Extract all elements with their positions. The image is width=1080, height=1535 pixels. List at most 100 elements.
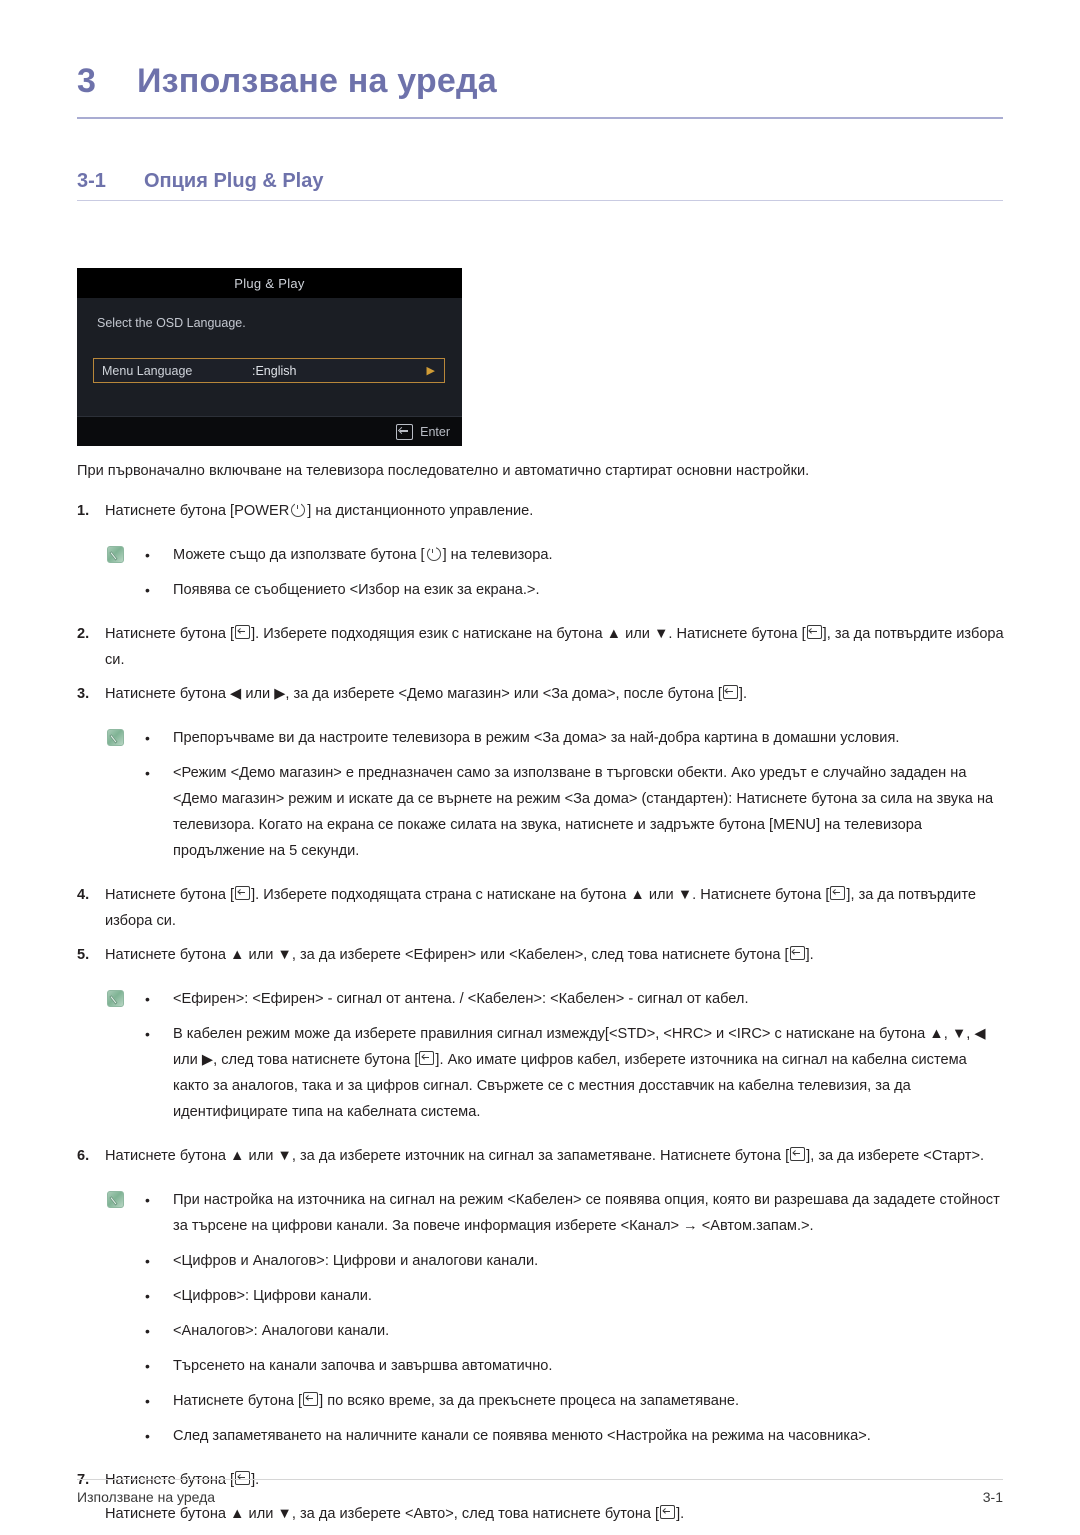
- step-1-marker: 1.: [77, 503, 90, 519]
- chapter-title: Използване на уреда: [137, 62, 497, 100]
- step-5-text-a: Натиснете бутона ▲ или ▼, за да изберете…: [105, 947, 789, 963]
- step-6-text-b: ], за да изберете <Старт>.: [806, 1148, 985, 1164]
- intro-paragraph: При първоначално включване на телевизора…: [77, 463, 810, 479]
- note-icon: [107, 1191, 124, 1208]
- bullet-marker: •: [145, 730, 150, 746]
- list-item: • <Цифров и Аналогов>: Цифрови и аналого…: [77, 1248, 1012, 1274]
- note-4-bullet-6-a: Натиснете бутона [: [173, 1393, 303, 1409]
- step-5-text: Натиснете бутона ▲ или ▼, за да изберете…: [105, 942, 1012, 968]
- step-1-text-a: Натиснете бутона [POWER: [105, 503, 290, 519]
- note-4-bullet-7: След запаметяването на наличните канали …: [173, 1428, 871, 1444]
- step-4-text-a: Натиснете бутона [: [105, 887, 235, 903]
- step-6: 6. Натиснете бутона ▲ или ▼, за да избер…: [77, 1143, 1012, 1169]
- note-block-3: • <Ефирен>: <Ефирен> - сигнал от антена.…: [77, 986, 1012, 1125]
- note-2-bullet-1: Препоръчваме ви да настроите телевизора …: [173, 730, 900, 746]
- enter-key-icon: [806, 625, 822, 639]
- note-4-bullet-1: При настройка на източника на сигнал на …: [173, 1192, 1000, 1234]
- bullet-marker: •: [145, 765, 150, 781]
- note-2-bullet-2: <Режим <Демо магазин> е предназначен сам…: [173, 765, 994, 859]
- step-3-text-b: ].: [738, 686, 747, 702]
- note-1-bullet-1-b: ] на телевизора.: [442, 547, 553, 563]
- list-item: • <Цифров>: Цифрови канали.: [77, 1283, 1012, 1309]
- step-3-marker: 3.: [77, 686, 90, 702]
- list-item: • Появява се съобщението <Избор на език …: [77, 577, 1012, 603]
- enter-key-icon: [235, 1471, 251, 1485]
- enter-key-icon: [396, 423, 414, 440]
- step-1-text-b: ] на дистанционното управление.: [307, 503, 534, 519]
- step-4: 4. Натиснете бутона []. Изберете подходя…: [77, 882, 1012, 934]
- document-page: 3 Използване на уреда 3-1 Опция Plug & P…: [0, 0, 1080, 1527]
- bullet-marker: •: [145, 1358, 150, 1374]
- list-item: • Препоръчваме ви да настроите телевизор…: [77, 725, 1012, 751]
- osd-screenshot-figure: Plug & Play Select the OSD Language. Men…: [77, 268, 462, 446]
- enter-key-icon: [722, 685, 738, 699]
- chevron-right-icon: ▶: [426, 365, 435, 377]
- enter-key-icon: [830, 886, 846, 900]
- enter-key-icon: [303, 1392, 319, 1406]
- step-3-text-a: Натиснете бутона ◀ или ▶, за да изберете…: [105, 686, 722, 702]
- step-6-text-a: Натиснете бутона ▲ или ▼, за да изберете…: [105, 1148, 790, 1164]
- note-3-bullet-1: <Ефирен>: <Ефирен> - сигнал от антена. /…: [173, 991, 749, 1007]
- section-heading: 3-1 Опция Plug & Play: [77, 170, 1003, 193]
- list-item: • <Ефирен>: <Ефирен> - сигнал от антена.…: [77, 986, 1012, 1012]
- bullet-marker: •: [145, 547, 150, 563]
- note-icon: [107, 990, 124, 1007]
- enter-key-icon: [419, 1051, 435, 1065]
- note-icon: [107, 729, 124, 746]
- note-icon: [107, 546, 124, 563]
- footer-divider: [77, 1479, 1003, 1480]
- note-1-bullet-2: Появява се съобщението <Избор на език за…: [173, 582, 540, 598]
- step-1-text: Натиснете бутона [POWER ] на дистанционно…: [105, 498, 1012, 524]
- step-5: 5. Натиснете бутона ▲ или ▼, за да избер…: [77, 942, 1012, 968]
- note-1-bullet-1-a: Можете също да използвате бутона [: [173, 547, 425, 563]
- osd-footer-label: Enter: [420, 424, 450, 439]
- enter-key-icon: [235, 886, 251, 900]
- power-icon: [426, 545, 441, 561]
- osd-footer: Enter: [77, 416, 462, 446]
- osd-menu-language-row: Menu Language :English ▶: [93, 358, 445, 383]
- step-3: 3. Натиснете бутона ◀ или ▶, за да избер…: [77, 681, 1012, 707]
- note-4-bullet-3: <Цифров>: Цифрови канали.: [173, 1288, 372, 1304]
- step-3-text: Натиснете бутона ◀ или ▶, за да изберете…: [105, 681, 1012, 707]
- section-title: Опция Plug & Play: [144, 170, 324, 192]
- step-4-marker: 4.: [77, 887, 90, 903]
- note-4-bullet-5: Търсенето на канали започва и завършва а…: [173, 1358, 553, 1374]
- footer-page-number: 3-1: [982, 1489, 1003, 1505]
- osd-row-value: :English: [252, 363, 297, 378]
- step-7-subtext-a: Натиснете бутона ▲ или ▼, за да изберете…: [105, 1506, 660, 1522]
- enter-key-icon: [235, 625, 251, 639]
- note-block-2: • Препоръчваме ви да настроите телевизор…: [77, 725, 1012, 864]
- step-7-subtext-b: ].: [676, 1506, 685, 1522]
- bullet-marker: •: [145, 1026, 150, 1042]
- step-4-text: Натиснете бутона []. Изберете подходящат…: [105, 882, 1012, 934]
- osd-title: Plug & Play: [77, 268, 462, 298]
- bullet-marker: •: [145, 1428, 150, 1444]
- bullet-marker: •: [145, 582, 150, 598]
- bullet-marker: •: [145, 991, 150, 1007]
- bullet-marker: •: [145, 1393, 150, 1409]
- bullet-marker: •: [145, 1288, 150, 1304]
- chapter-number: 3: [77, 62, 97, 100]
- list-item: • След запаметяването на наличните канал…: [77, 1423, 1012, 1449]
- page-footer: Използване на уреда 3-1: [77, 1489, 1003, 1505]
- list-item: • В кабелен режим може да изберете прави…: [77, 1021, 1012, 1125]
- note-4-bullet-4: <Аналогов>: Аналогови канали.: [173, 1323, 390, 1339]
- step-1: 1. Натиснете бутона [POWER ] на дистанцио…: [77, 498, 1012, 524]
- section-divider: [77, 200, 1003, 201]
- note-3-bullet-2: В кабелен режим може да изберете правилн…: [173, 1021, 1012, 1125]
- note-4-bullet-6: Натиснете бутона [] по всяко време, за д…: [173, 1388, 1012, 1414]
- enter-key-icon: [789, 946, 805, 960]
- list-item: • Натиснете бутона [] по всяко време, за…: [77, 1388, 1012, 1414]
- bullet-marker: •: [145, 1192, 150, 1208]
- step-7-text-b: ].: [251, 1472, 260, 1488]
- step-6-text: Натиснете бутона ▲ или ▼, за да изберете…: [105, 1143, 1012, 1169]
- note-block-1: • Можете също да използвате бутона [ ] на…: [77, 542, 1012, 603]
- section-number: 3-1: [77, 170, 106, 192]
- bullet-marker: •: [145, 1253, 150, 1269]
- step-2-text: Натиснете бутона []. Изберете подходящия…: [105, 621, 1012, 673]
- body-content: При първоначално включване на телевизора…: [77, 458, 1012, 1535]
- step-5-marker: 5.: [77, 947, 90, 963]
- osd-prompt-text: Select the OSD Language.: [97, 316, 246, 330]
- footer-left-text: Използване на уреда: [77, 1489, 216, 1505]
- note-block-4: • При настройка на източника на сигнал н…: [77, 1187, 1012, 1449]
